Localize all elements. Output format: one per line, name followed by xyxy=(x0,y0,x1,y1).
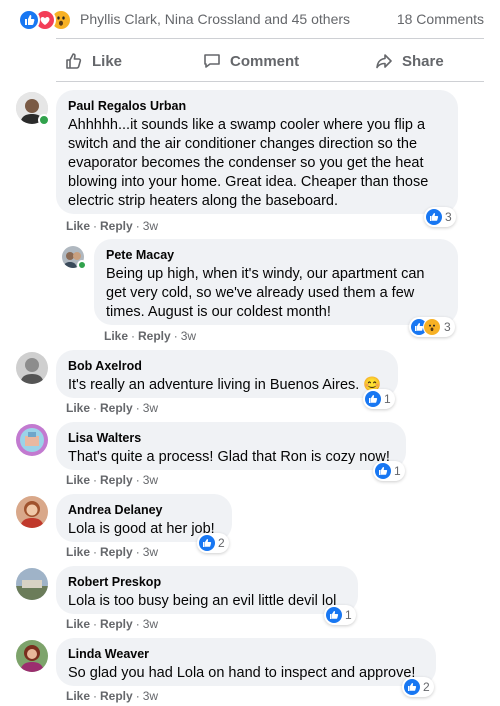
comment-reply-link[interactable]: Reply xyxy=(100,219,133,233)
comment-like-link[interactable]: Like xyxy=(66,219,90,233)
action-bar: Like Comment Share xyxy=(56,44,484,78)
reaction-count: 1 xyxy=(384,392,391,406)
comment-meta: Like · Reply · 3w xyxy=(66,689,159,703)
comment-author[interactable]: Andrea Delaney xyxy=(68,502,220,518)
avatar[interactable] xyxy=(16,568,48,600)
reaction-count: 3 xyxy=(445,210,452,224)
share-arrow-icon xyxy=(374,51,394,71)
comment-meta: Like · Reply · 3w xyxy=(66,401,159,415)
comment-text: Lola is too busy being an evil little de… xyxy=(68,593,337,609)
comment-like-link[interactable]: Like xyxy=(66,617,90,631)
comment-text: Ahhhhh...it sounds like a swamp cooler w… xyxy=(68,117,429,209)
comment-reply-link[interactable]: Reply xyxy=(138,329,171,343)
reaction-summary[interactable]: Phyllis Clark, Nina Crossland and 45 oth… xyxy=(18,8,484,31)
comment-time[interactable]: 3w xyxy=(143,689,158,703)
comment-author[interactable]: Bob Axelrod xyxy=(68,358,386,374)
comment-label: Comment xyxy=(230,52,300,70)
online-indicator xyxy=(77,260,87,270)
share-button[interactable]: Share xyxy=(374,44,444,78)
reaction-count-badge[interactable]: 3 xyxy=(409,317,455,337)
reaction-count: 3 xyxy=(444,320,451,334)
reaction-count: 2 xyxy=(218,536,225,550)
reaction-count-badge[interactable]: 2 xyxy=(402,677,434,697)
comment-meta: Like · Reply · 3w xyxy=(66,473,159,487)
comment-author[interactable]: Linda Weaver xyxy=(68,646,424,662)
comment-time[interactable]: 3w xyxy=(143,401,158,415)
like-icon xyxy=(375,463,391,479)
reaction-count: 1 xyxy=(394,464,401,478)
like-icon xyxy=(326,607,342,623)
comment-text: That's quite a process! Glad that Ron is… xyxy=(68,449,390,465)
comment-text: So glad you had Lola on hand to inspect … xyxy=(68,665,416,681)
reaction-count: 1 xyxy=(345,608,352,622)
like-icon xyxy=(426,209,442,225)
comment-bubble: Bob Axelrod It's really an adventure liv… xyxy=(56,350,398,398)
reaction-count-badge[interactable]: 1 xyxy=(324,605,356,625)
comment-meta: Like · Reply · 3w xyxy=(66,545,159,559)
reaction-names[interactable]: Phyllis Clark, Nina Crossland and 45 oth… xyxy=(80,11,350,27)
avatar[interactable] xyxy=(16,496,48,528)
reaction-count-badge[interactable]: 1 xyxy=(363,389,395,409)
like-label: Like xyxy=(92,52,123,70)
comment-author[interactable]: Robert Preskop xyxy=(68,574,346,590)
avatar[interactable] xyxy=(16,352,48,384)
comment-like-link[interactable]: Like xyxy=(66,401,90,415)
comment-text: Being up high, when it's windy, our apar… xyxy=(106,266,425,320)
comment-time[interactable]: 3w xyxy=(143,219,158,233)
comment-reply-link[interactable]: Reply xyxy=(100,401,133,415)
reaction-count-badge[interactable]: 3 xyxy=(424,207,456,227)
like-button[interactable]: Like xyxy=(64,44,122,78)
comment-time[interactable]: 3w xyxy=(181,329,196,343)
online-indicator xyxy=(38,114,50,126)
comment-author[interactable]: Paul Regalos Urban xyxy=(68,98,446,114)
comment-meta: Like · Reply · 3w xyxy=(104,329,197,343)
reaction-count: 2 xyxy=(423,680,430,694)
comment-text: Lola is good at her job! xyxy=(68,521,215,537)
comment-like-link[interactable]: Like xyxy=(66,473,90,487)
comment-text: It's really an adventure living in Bueno… xyxy=(68,376,386,395)
comment-bubble: Linda Weaver So glad you had Lola on han… xyxy=(56,638,436,686)
comment-time[interactable]: 3w xyxy=(143,473,158,487)
like-icon xyxy=(365,391,381,407)
thumbs-up-icon xyxy=(64,51,84,71)
comment-author[interactable]: Lisa Walters xyxy=(68,430,394,446)
comment-bubble: Paul Regalos Urban Ahhhhh...it sounds li… xyxy=(56,90,458,214)
avatar[interactable] xyxy=(16,640,48,672)
avatar[interactable] xyxy=(16,424,48,456)
comment-meta: Like · Reply · 3w xyxy=(66,219,159,233)
comment-text-body: It's really an adventure living in Bueno… xyxy=(68,377,360,393)
reaction-count-badge[interactable]: 1 xyxy=(373,461,405,481)
comment-reply-link[interactable]: Reply xyxy=(100,689,133,703)
comment-reply-link[interactable]: Reply xyxy=(100,617,133,631)
comment-bubble: Lisa Walters That's quite a process! Gla… xyxy=(56,422,406,470)
comment-reply-link[interactable]: Reply xyxy=(100,545,133,559)
comment-like-link[interactable]: Like xyxy=(66,689,90,703)
comment-button[interactable]: Comment xyxy=(202,44,299,78)
comment-time[interactable]: 3w xyxy=(143,617,158,631)
like-icon xyxy=(18,9,40,31)
comment-like-link[interactable]: Like xyxy=(66,545,90,559)
reaction-count-badge[interactable]: 2 xyxy=(197,533,229,553)
comments-count[interactable]: 18 Comments xyxy=(397,11,484,27)
like-icon xyxy=(404,679,420,695)
comment-like-link[interactable]: Like xyxy=(104,329,128,343)
speech-bubble-icon xyxy=(202,51,222,71)
comment-time[interactable]: 3w xyxy=(143,545,158,559)
share-label: Share xyxy=(402,52,444,70)
divider xyxy=(56,81,484,82)
comment-bubble: Robert Preskop Lola is too busy being an… xyxy=(56,566,358,614)
comment-author[interactable]: Pete Macay xyxy=(106,247,446,263)
comment-reply-link[interactable]: Reply xyxy=(100,473,133,487)
divider xyxy=(56,38,484,39)
wow-icon xyxy=(423,318,441,336)
like-icon xyxy=(199,535,215,551)
comment-meta: Like · Reply · 3w xyxy=(66,617,159,631)
comment-bubble: Pete Macay Being up high, when it's wind… xyxy=(94,239,458,325)
